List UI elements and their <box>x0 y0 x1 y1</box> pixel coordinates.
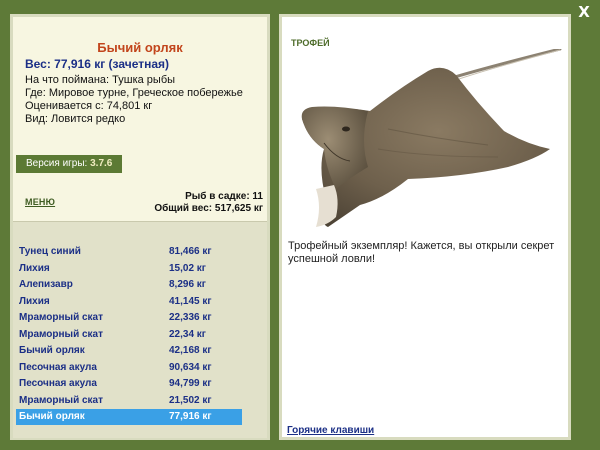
rating-info: Оценивается с: 74,801 кг <box>25 100 153 112</box>
fish-count: Рыб в садке: 11 <box>185 191 263 202</box>
fish-weight-cell: 90,634 кг <box>169 361 212 373</box>
table-row[interactable]: Песочная акула 94,799 кг <box>16 376 242 392</box>
location-info: Где: Мировое турне, Греческое побережье <box>25 87 243 99</box>
fish-weight-cell: 15,02 кг <box>169 262 206 274</box>
fish-name-cell: Песочная акула <box>19 361 97 373</box>
species-info: Вид: Ловится редко <box>25 113 126 125</box>
fish-name-cell: Мраморный скат <box>19 312 104 323</box>
menu-link[interactable]: МЕНЮ <box>25 197 55 207</box>
bait-info: На что поймана: Тушка рыбы <box>25 74 176 86</box>
fish-weight-cell: 42,168 кг <box>169 345 212 356</box>
fish-weight-cell: 22,336 кг <box>169 312 212 323</box>
catch-info-panel: Бычий орляк Вес: 77,916 кг (зачетная) На… <box>10 14 270 440</box>
table-row[interactable]: Мраморный скат 22,336 кг <box>16 310 242 326</box>
fish-name-cell: Тунец синий <box>19 246 81 257</box>
version-label: Версия игры: <box>26 158 88 169</box>
fish-name-cell: Песочная акула <box>19 378 97 389</box>
fish-name-cell: Лихия <box>19 262 50 274</box>
table-row-selected[interactable]: Бычий орляк 77,916 кг <box>16 409 242 425</box>
fish-weight-cell: 41,145 кг <box>169 295 212 307</box>
table-row[interactable]: Бычий орляк 42,168 кг <box>16 343 242 359</box>
table-row[interactable]: Тунец синий 81,466 кг <box>16 244 242 260</box>
table-row[interactable]: Лихия 15,02 кг <box>16 261 242 277</box>
fish-name-cell: Мраморный скат <box>19 394 104 406</box>
version-value: 3.7.6 <box>90 158 113 169</box>
fish-name-cell: Алепизавр <box>19 279 73 290</box>
fish-title: Бычий орляк <box>97 40 183 55</box>
fish-weight-cell: 94,799 кг <box>169 378 212 389</box>
trophy-message: Трофейный экземпляр! Кажется, вы открыли… <box>288 240 555 265</box>
table-row[interactable]: Мраморный скат 22,34 кг <box>16 327 242 343</box>
fish-info-section: Бычий орляк Вес: 77,916 кг (зачетная) На… <box>13 17 267 217</box>
hotkeys-link[interactable]: Горячие клавиши <box>287 425 374 436</box>
total-weight: Общий вес: 517,625 кг <box>154 203 263 214</box>
fish-name-cell: Бычий орляк <box>19 345 85 356</box>
table-row[interactable]: Лихия 41,145 кг <box>16 294 242 310</box>
catch-list: Тунец синий 81,466 кг Лихия 15,02 кг Алепиза… <box>13 221 267 438</box>
table-row[interactable]: Алепизавр 8,296 кг <box>16 277 242 293</box>
fish-name-cell: Лихия <box>19 295 50 307</box>
fish-weight-cell: 22,34 кг <box>169 328 206 340</box>
fish-weight-cell: 21,502 кг <box>169 394 212 406</box>
trophy-label: ТРОФЕЙ <box>291 38 330 48</box>
eagle-ray-image <box>301 49 562 227</box>
keepnet-stats: Рыб в садке: 11 Общий вес: 517,625 кг <box>154 191 263 215</box>
table-row[interactable]: Песочная акула 90,634 кг <box>16 360 242 376</box>
fish-weight-cell: 81,466 кг <box>169 246 212 257</box>
version-badge: Версия игры: 3.7.6 <box>16 155 122 173</box>
table-row[interactable]: Мраморный скат 21,502 кг <box>16 393 242 409</box>
fish-name-cell: Бычий орляк <box>19 411 85 422</box>
close-icon[interactable]: X <box>576 4 592 20</box>
fish-weight-cell: 8,296 кг <box>169 279 206 290</box>
fish-weight-cell: 77,916 кг <box>169 411 212 422</box>
fish-weight: Вес: 77,916 кг (зачетная) <box>25 57 170 71</box>
trophy-panel: ТРОФЕЙ Трофейный экземпляр! Кажется, вы … <box>279 14 571 440</box>
fish-name-cell: Мраморный скат <box>19 328 104 340</box>
